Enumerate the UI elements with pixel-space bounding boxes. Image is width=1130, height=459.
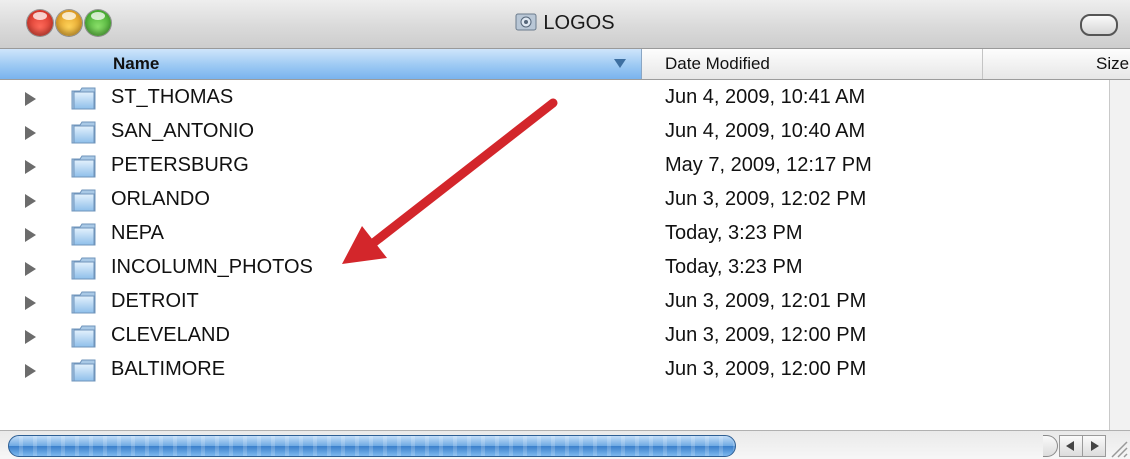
- disclosure-triangle-icon[interactable]: [25, 262, 36, 276]
- item-name: INCOLUMN_PHOTOS: [111, 256, 313, 278]
- folder-icon: [71, 223, 96, 246]
- disclosure-triangle-icon[interactable]: [25, 126, 36, 140]
- folder-icon: [71, 155, 96, 178]
- item-name: PETERSBURG: [111, 154, 249, 176]
- folder-window-icon: [515, 13, 537, 31]
- item-date-modified: Today, 3:23 PM: [665, 256, 803, 278]
- item-name: DETROIT: [111, 290, 199, 312]
- column-header-name-label: Name: [113, 54, 160, 73]
- horizontal-scrollbar[interactable]: [0, 430, 1130, 459]
- list-header: Name Date Modified Size: [0, 49, 1130, 80]
- list-item[interactable]: SAN_ANTONIO Jun 4, 2009, 10:40 AM: [0, 116, 1110, 150]
- disclosure-triangle-icon[interactable]: [25, 364, 36, 378]
- item-name: ST_THOMAS: [111, 86, 234, 108]
- item-name: CLEVELAND: [111, 324, 230, 346]
- folder-icon: [71, 87, 96, 110]
- column-header-name[interactable]: Name: [0, 49, 642, 79]
- folder-icon: [71, 189, 96, 212]
- arrow-left-icon: [1066, 441, 1074, 451]
- vertical-scrollbar-track[interactable]: [1109, 80, 1130, 430]
- disclosure-triangle-icon[interactable]: [25, 194, 36, 208]
- scroll-left-button[interactable]: [1059, 435, 1083, 457]
- horizontal-scrollbar-end: [1043, 435, 1058, 457]
- list-item[interactable]: BALTIMORE Jun 3, 2009, 12:00 PM: [0, 354, 1110, 388]
- window-title: LOGOS: [0, 12, 1130, 35]
- list-item[interactable]: INCOLUMN_PHOTOS Today, 3:23 PM: [0, 252, 1110, 286]
- column-header-date-modified[interactable]: Date Modified: [642, 49, 983, 79]
- disclosure-triangle-icon[interactable]: [25, 160, 36, 174]
- item-date-modified: Jun 3, 2009, 12:01 PM: [665, 290, 867, 312]
- item-date-modified: Today, 3:23 PM: [665, 222, 803, 244]
- folder-icon: [71, 121, 96, 144]
- list-item[interactable]: ORLANDO Jun 3, 2009, 12:02 PM: [0, 184, 1110, 218]
- title-bar[interactable]: LOGOS: [0, 0, 1130, 49]
- item-date-modified: Jun 3, 2009, 12:00 PM: [665, 324, 867, 346]
- toolbar-toggle-button[interactable]: [1080, 14, 1118, 36]
- item-date-modified: May 7, 2009, 12:17 PM: [665, 154, 872, 176]
- item-date-modified: Jun 3, 2009, 12:02 PM: [665, 188, 867, 210]
- folder-icon: [71, 325, 96, 348]
- disclosure-triangle-icon[interactable]: [25, 296, 36, 310]
- list-item[interactable]: NEPA Today, 3:23 PM: [0, 218, 1110, 252]
- horizontal-scrollbar-thumb[interactable]: [8, 435, 736, 457]
- column-header-size-label: Size: [1096, 54, 1130, 73]
- item-date-modified: Jun 3, 2009, 12:00 PM: [665, 358, 867, 380]
- column-header-size[interactable]: Size: [983, 49, 1130, 79]
- arrow-right-icon: [1091, 441, 1099, 451]
- column-header-date-label: Date Modified: [665, 54, 770, 73]
- item-name: SAN_ANTONIO: [111, 120, 254, 142]
- finder-window: LOGOS Name Date Modified Size ST_THOMAS …: [0, 0, 1130, 459]
- folder-icon: [71, 359, 96, 382]
- item-name: BALTIMORE: [111, 358, 226, 380]
- folder-icon: [71, 257, 96, 280]
- item-date-modified: Jun 4, 2009, 10:41 AM: [665, 86, 866, 108]
- file-list: ST_THOMAS Jun 4, 2009, 10:41 AM SAN_ANTO…: [0, 82, 1110, 388]
- scroll-right-button[interactable]: [1082, 435, 1106, 457]
- folder-icon: [71, 291, 96, 314]
- list-item[interactable]: ST_THOMAS Jun 4, 2009, 10:41 AM: [0, 82, 1110, 116]
- list-item[interactable]: CLEVELAND Jun 3, 2009, 12:00 PM: [0, 320, 1110, 354]
- item-name: NEPA: [111, 222, 164, 244]
- disclosure-triangle-icon[interactable]: [25, 330, 36, 344]
- item-date-modified: Jun 4, 2009, 10:40 AM: [665, 120, 866, 142]
- list-item[interactable]: PETERSBURG May 7, 2009, 12:17 PM: [0, 150, 1110, 184]
- list-item[interactable]: DETROIT Jun 3, 2009, 12:01 PM: [0, 286, 1110, 320]
- sort-descending-icon: [614, 59, 626, 68]
- resize-grip-icon[interactable]: [1106, 436, 1128, 458]
- item-name: ORLANDO: [111, 188, 210, 210]
- disclosure-triangle-icon[interactable]: [25, 92, 36, 106]
- window-title-text: LOGOS: [543, 12, 615, 34]
- disclosure-triangle-icon[interactable]: [25, 228, 36, 242]
